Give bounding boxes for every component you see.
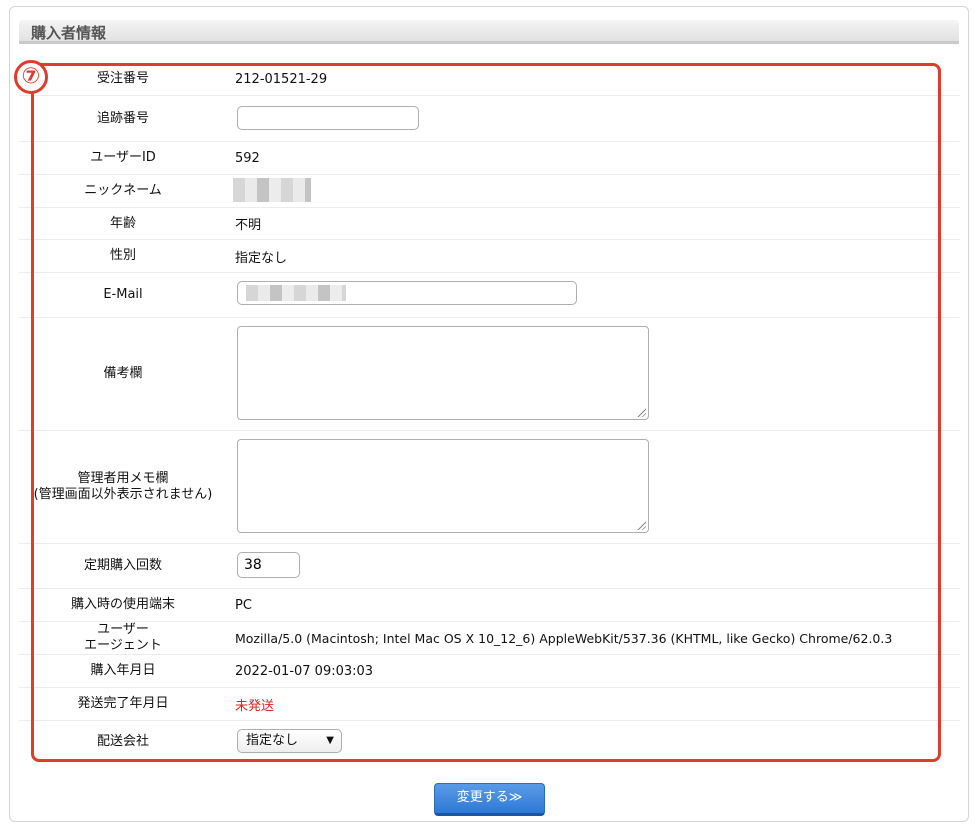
- section-header: 購入者情報: [19, 20, 959, 44]
- annotation-highlight-box: [31, 63, 941, 762]
- annotation-number-badge: ⑦: [14, 60, 48, 94]
- submit-change-button[interactable]: 変更する≫: [434, 783, 545, 816]
- section-title: 購入者情報: [31, 24, 107, 42]
